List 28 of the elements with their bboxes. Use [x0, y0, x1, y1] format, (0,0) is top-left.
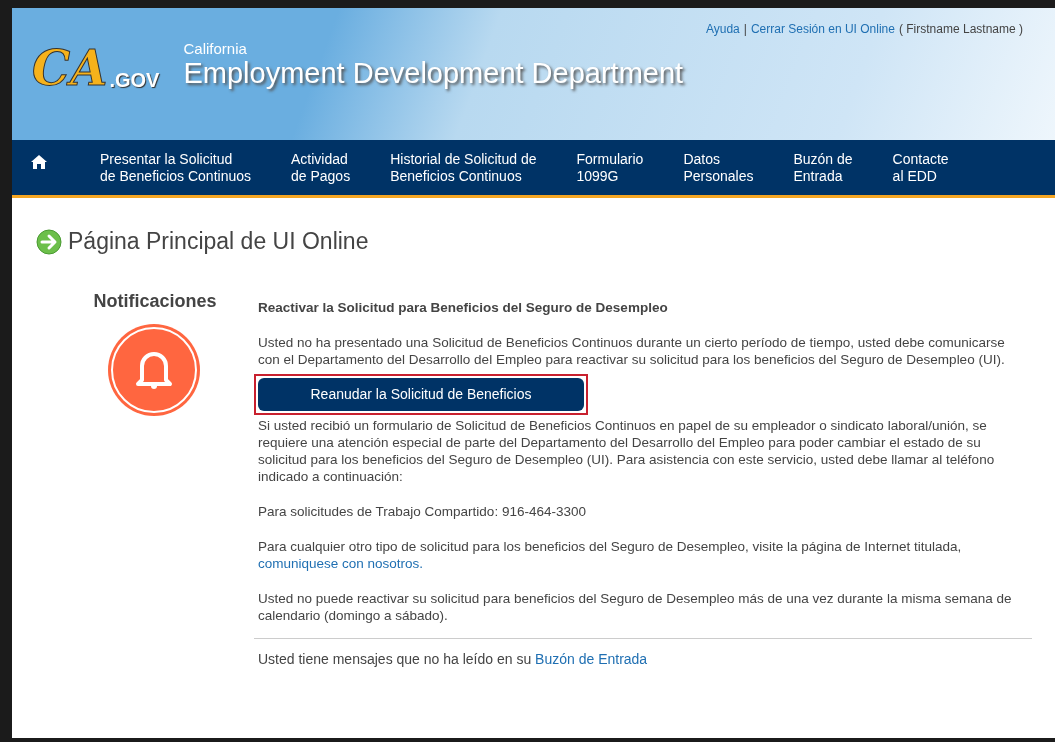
notice-text: Para solicitudes de Trabajo Compartido: 916-464-3300	[258, 503, 587, 520]
contact-link[interactable]: comuniquese con nosotros.	[258, 556, 424, 571]
nav-link[interactable]: Presentar la Solicitud de Beneficios Continuos	[100, 150, 251, 185]
site-title: Employment Development Department	[183, 57, 684, 90]
inbox-link[interactable]: Buzón de Entrada	[535, 651, 648, 667]
header-link[interactable]: Cerrar Sesión en UI Online	[750, 22, 895, 36]
page-title: Página Principal de UI Online	[68, 228, 369, 255]
separator: |	[743, 22, 747, 36]
inbox-message: Usted tiene mensajes que no ha leído en su Buzón de Entrada	[254, 638, 1032, 679]
home-icon[interactable]	[30, 154, 48, 170]
user-name: ( Firstname Lastname )	[898, 22, 1023, 36]
arrow-right-icon	[36, 228, 62, 255]
notice-text: Para cualquier otro tipo de solicitud para los beneficios del Seguro de Desempleo, visite la página de Internet titulada, comuniquese con nosotros.	[258, 538, 963, 572]
nav-link[interactable]: Datos Personales	[683, 150, 754, 185]
nav-link[interactable]: Formulario 1099G	[576, 150, 644, 185]
bell-icon	[106, 322, 202, 418]
notice-text: Si usted recibió un formulario de Solicitud de Beneficios Continuos en papel de su empleador o sindicato laboral/unión, se requiere una atención especial de parte del Departamento del Desarrollo del Empleo para poder cambiar el estado de su solicitud para los beneficios del Seguro de Desempleo (UI). Para asistencia con este servicio, usted debe llamar al teléfono indicado a continuación:	[258, 417, 996, 485]
header-link[interactable]: Ayuda	[705, 22, 740, 36]
resume-claim-button[interactable]: Reanudar la Solicitud de Beneficios	[258, 378, 584, 411]
nav-link[interactable]: Buzón de Entrada	[793, 150, 853, 185]
notice-title: Reactivar la Solicitud para Beneficios del Seguro de Desempleo	[258, 299, 669, 316]
notice-text: Usted no ha presentado una Solicitud de Beneficios Continuos durante un cierto período de tiempo, usted debe comunicarse con el Departamento del Desarrollo del Empleo para reactivar su solicitud para los beneficios del Seguro de Desempleo (UI).	[258, 334, 1006, 368]
nav-link[interactable]: Actividad de Pagos	[291, 150, 351, 185]
nav-link[interactable]: Contacte al EDD	[892, 150, 949, 185]
notice-text: Usted no puede reactivar su solicitud para beneficios del Seguro de Desempleo más de una vez durante la misma semana de calendario (domingo a sábado).	[258, 590, 1013, 624]
site-subtitle: California	[183, 40, 248, 57]
nav-link[interactable]: Historial de Solicitud de Beneficios Continuos	[390, 150, 537, 185]
notifications-heading: Notificaciones	[93, 291, 217, 312]
